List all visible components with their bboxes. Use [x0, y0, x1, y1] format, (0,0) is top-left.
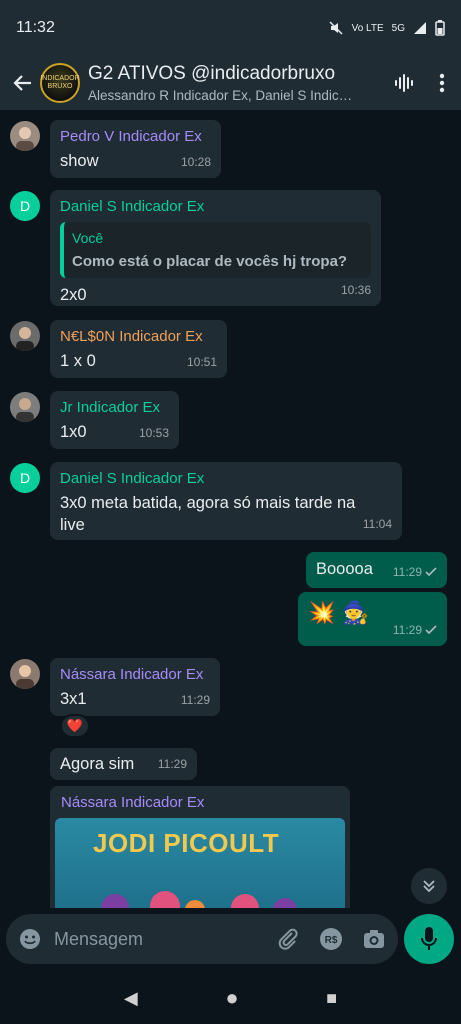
status-bar: 11:32 Vo LTE 5G — [0, 0, 461, 56]
message-time: 10:53 — [138, 426, 169, 440]
back-button[interactable] — [10, 71, 34, 95]
heart-reaction-icon: ❤️ — [66, 718, 84, 733]
network-label: Vo LTE — [351, 22, 384, 34]
quoted-message[interactable]: Você Como está o placar de vocês hj trop… — [60, 222, 371, 278]
signal-icon — [414, 22, 426, 34]
payment-icon[interactable]: R$ — [318, 926, 344, 952]
image-attachment[interactable]: JODI PICOULT — [55, 818, 345, 908]
message-bubble[interactable]: Daniel S Indicador Ex 3x0 meta batida, a… — [50, 462, 402, 540]
avatar-daniel[interactable]: D — [10, 191, 40, 221]
message-time: 10:51 — [186, 355, 217, 369]
chat-title-block[interactable]: G2 ATIVOS @indicadorbruxo Alessandro R I… — [88, 63, 378, 103]
image-caption-text: JODI PICOULT — [93, 828, 280, 858]
arrow-left-icon — [13, 75, 31, 91]
chevron-double-down-icon — [423, 880, 435, 893]
status-icons: Vo LTE 5G — [328, 20, 445, 36]
scroll-to-bottom-button[interactable] — [411, 868, 447, 904]
nav-recents-button[interactable]: ■ — [326, 988, 337, 1009]
message-time: 11:29 — [392, 623, 422, 637]
check-icon — [425, 625, 437, 635]
battery-icon — [435, 20, 445, 36]
emoji-icon[interactable] — [18, 927, 42, 951]
avatar-letter: D — [19, 198, 31, 214]
system-navigation-bar: ◀ ● ■ — [0, 972, 461, 1024]
avatar-nassara[interactable] — [10, 659, 40, 689]
message-time: 10:28 — [180, 155, 211, 169]
message-time: 10:36 — [340, 283, 371, 297]
chat-area[interactable]: Pedro V Indicador Ex show 10:28 D Daniel… — [0, 110, 461, 908]
message-text: 3x0 meta batida, agora só mais tarde na … — [60, 494, 356, 534]
message-bubble[interactable]: Nássara Indicador Ex 3x1 11:29 — [50, 658, 220, 716]
person-avatar-icon — [16, 127, 34, 151]
message-time: 11:29 — [157, 757, 187, 771]
nav-back-button[interactable]: ◀ — [124, 988, 138, 1009]
quoted-text: Como está o placar de vocês hj tropa? — [72, 253, 348, 270]
message-sender: Pedro V Indicador Ex — [60, 128, 202, 145]
check-icon — [425, 567, 437, 577]
message-sender: Nássara Indicador Ex — [60, 666, 204, 683]
message-sender: Daniel S Indicador Ex — [60, 198, 205, 215]
attach-icon[interactable] — [276, 927, 300, 951]
message-bubble[interactable]: Agora sim 11:29 — [50, 748, 197, 780]
avatar-pedro[interactable] — [10, 121, 40, 151]
voice-record-button[interactable] — [404, 914, 454, 964]
avatar-daniel[interactable]: D — [10, 463, 40, 493]
message-text: 2x0 — [60, 286, 87, 304]
flower-decoration-icon — [101, 891, 297, 908]
person-avatar-icon — [16, 665, 34, 689]
status-time: 11:32 — [16, 19, 55, 36]
avatar-nelson[interactable] — [10, 321, 40, 351]
chat-subtitle: Alessandro R Indicador Ex, Daniel S Indi… — [88, 88, 353, 103]
message-sender: Nássara Indicador Ex — [61, 794, 205, 811]
nav-home-button[interactable]: ● — [225, 985, 238, 1011]
avatar-jr[interactable] — [10, 392, 40, 422]
message-time: 11:04 — [362, 517, 392, 531]
message-input[interactable]: Mensagem — [54, 929, 276, 950]
outgoing-message-bubble[interactable]: Booooa 11:29 — [306, 552, 447, 588]
svg-text:R$: R$ — [325, 935, 338, 946]
group-avatar[interactable]: INDICADOR BRUXO — [40, 63, 80, 103]
message-time: 11:29 — [392, 565, 422, 579]
person-avatar-icon — [16, 327, 34, 351]
message-sender: Jr Indicador Ex — [60, 399, 161, 416]
quoted-sender: Você — [72, 230, 104, 246]
message-sender: Daniel S Indicador Ex — [60, 470, 205, 487]
message-bubble[interactable]: Daniel S Indicador Ex Você Como está o p… — [50, 190, 381, 306]
message-sender: N€L$0N Indicador Ex — [60, 328, 203, 345]
message-time: 11:29 — [180, 693, 210, 707]
mute-icon — [329, 21, 343, 35]
message-bubble[interactable]: Pedro V Indicador Ex show 10:28 — [50, 120, 221, 178]
message-composer[interactable]: Mensagem R$ — [6, 914, 398, 964]
message-bubble[interactable]: Jr Indicador Ex 1x0 10:53 — [50, 391, 179, 449]
voice-call-waveform-icon[interactable] — [393, 72, 415, 94]
camera-icon[interactable] — [362, 928, 386, 950]
microphone-icon — [421, 927, 437, 950]
more-vert-icon[interactable] — [439, 73, 445, 93]
group-avatar-text: INDICADOR BRUXO — [40, 75, 80, 90]
image-message-bubble[interactable]: Nássara Indicador Ex JODI PICOULT — [50, 786, 350, 908]
chat-title: G2 ATIVOS @indicadorbruxo — [88, 63, 336, 84]
avatar-letter: D — [19, 470, 31, 486]
message-bubble[interactable]: N€L$0N Indicador Ex 1 x 0 10:51 — [50, 320, 227, 378]
chat-header: INDICADOR BRUXO G2 ATIVOS @indicadorbrux… — [0, 56, 461, 110]
person-avatar-icon — [16, 398, 34, 422]
signal-label: 5G — [391, 22, 405, 34]
reaction-badge[interactable]: ❤️ — [60, 714, 90, 738]
outgoing-message-bubble[interactable]: 💥 🧙 11:29 — [298, 592, 447, 646]
